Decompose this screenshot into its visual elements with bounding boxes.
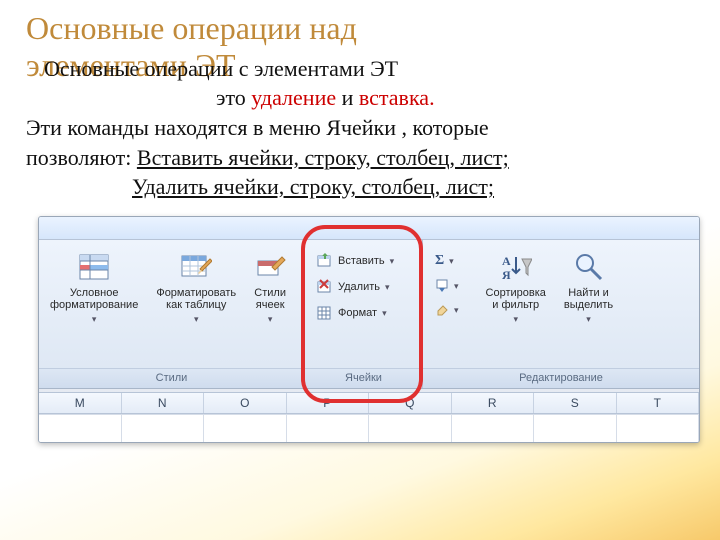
group-label: Стили bbox=[39, 368, 304, 388]
window-titlebar bbox=[39, 217, 699, 240]
format-icon bbox=[317, 305, 333, 321]
svg-text:Я: Я bbox=[502, 268, 511, 282]
group-cells: Вставить ▾ Удалить bbox=[305, 240, 423, 388]
cell-styles-icon bbox=[254, 251, 286, 283]
autosum-button[interactable]: Σ ▾ bbox=[431, 250, 463, 272]
fill-down-icon bbox=[435, 279, 449, 293]
sort-filter-icon: A Я bbox=[500, 251, 532, 283]
chevron-down-icon: ▾ bbox=[454, 281, 459, 292]
group-editing: Σ ▾ ▾ ▾ bbox=[423, 240, 699, 388]
button-label: Удалить bbox=[338, 281, 380, 293]
group-styles: Условное форматирование ▾ bbox=[39, 240, 305, 388]
button-label: Формат bbox=[338, 307, 377, 319]
ribbon: Условное форматирование ▾ bbox=[39, 240, 699, 389]
format-as-table-button[interactable]: Форматировать как таблицу ▾ bbox=[153, 246, 239, 330]
chevron-down-icon: ▾ bbox=[454, 305, 459, 316]
sigma-icon: Σ bbox=[435, 253, 444, 269]
chevron-down-icon: ▾ bbox=[513, 315, 518, 325]
conditional-formatting-icon bbox=[78, 251, 110, 283]
column-header[interactable]: Q bbox=[369, 393, 452, 413]
find-icon bbox=[573, 251, 605, 283]
clear-button[interactable]: ▾ bbox=[431, 300, 463, 320]
chevron-down-icon: ▾ bbox=[449, 256, 454, 267]
column-header-row: M N O P Q R S T bbox=[39, 392, 699, 414]
column-header[interactable]: M bbox=[39, 393, 122, 413]
column-header[interactable]: R bbox=[452, 393, 535, 413]
conditional-formatting-button[interactable]: Условное форматирование ▾ bbox=[47, 246, 141, 330]
chevron-down-icon: ▾ bbox=[92, 315, 97, 325]
delete-button[interactable]: Удалить ▾ bbox=[313, 276, 398, 298]
button-label: Форматировать как таблицу bbox=[156, 287, 236, 311]
button-label: Стили ячеек bbox=[254, 287, 286, 311]
group-label: Редактирование bbox=[423, 368, 699, 388]
column-header[interactable]: O bbox=[204, 393, 287, 413]
body-text: Основные операции с элементами ЭТ это уд… bbox=[26, 54, 694, 202]
chevron-down-icon: ▾ bbox=[586, 315, 591, 325]
button-label: Вставить bbox=[338, 255, 385, 267]
group-label: Ячейки bbox=[305, 368, 422, 388]
button-label: Условное форматирование bbox=[50, 287, 138, 311]
delete-icon bbox=[317, 279, 333, 295]
column-header[interactable]: S bbox=[534, 393, 617, 413]
excel-ribbon-screenshot: Условное форматирование ▾ bbox=[38, 216, 700, 443]
insert-icon bbox=[317, 253, 333, 269]
sort-filter-button[interactable]: A Я Сортировка и фильтр ▾ bbox=[483, 246, 549, 330]
chevron-down-icon: ▾ bbox=[390, 256, 395, 267]
fill-button[interactable]: ▾ bbox=[431, 276, 463, 296]
eraser-icon bbox=[435, 303, 449, 317]
cell-styles-button[interactable]: Стили ячеек ▾ bbox=[251, 246, 289, 330]
svg-text:A: A bbox=[502, 254, 511, 268]
find-select-button[interactable]: Найти и выделить ▾ bbox=[561, 246, 616, 330]
column-header[interactable]: T bbox=[617, 393, 700, 413]
chevron-down-icon: ▾ bbox=[268, 315, 273, 325]
grid-row bbox=[39, 414, 699, 442]
column-header[interactable]: P bbox=[287, 393, 370, 413]
column-header[interactable]: N bbox=[122, 393, 205, 413]
chevron-down-icon: ▾ bbox=[382, 308, 387, 319]
format-button[interactable]: Формат ▾ bbox=[313, 302, 398, 324]
chevron-down-icon: ▾ bbox=[194, 315, 199, 325]
insert-button[interactable]: Вставить ▾ bbox=[313, 250, 398, 272]
format-as-table-icon bbox=[180, 251, 212, 283]
button-label: Найти и выделить bbox=[564, 287, 613, 311]
chevron-down-icon: ▾ bbox=[385, 282, 390, 293]
button-label: Сортировка и фильтр bbox=[486, 287, 546, 311]
